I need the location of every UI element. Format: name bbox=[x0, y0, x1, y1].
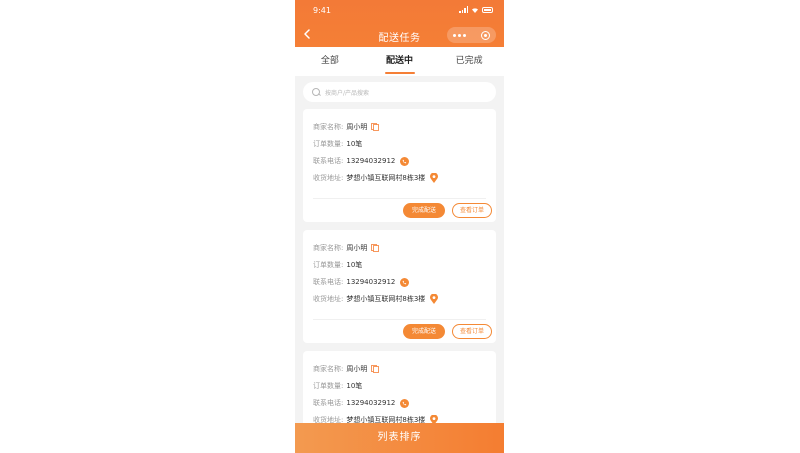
order-count-row: 订单数量: 10笔 bbox=[313, 260, 362, 270]
header-bar: 9:41 配送任务 bbox=[295, 0, 504, 47]
merchant-value: 周小明 bbox=[346, 365, 368, 373]
complete-delivery-button[interactable]: 完成配送 bbox=[403, 203, 445, 218]
phone-row: 联系电话: 13294032912 bbox=[313, 398, 410, 408]
phone-label: 联系电话: bbox=[313, 278, 344, 286]
status-icons bbox=[459, 6, 493, 13]
order-card: 商家名称: 周小明 订单数量: 10笔 联系电话: 13294032912 收货… bbox=[303, 109, 496, 222]
complete-delivery-button[interactable]: 完成配送 bbox=[403, 324, 445, 339]
merchant-label: 商家名称: bbox=[313, 365, 344, 373]
phone-row: 联系电话: 13294032912 bbox=[313, 156, 410, 166]
merchant-row: 商家名称: 周小明 bbox=[313, 122, 380, 132]
search-icon bbox=[312, 87, 321, 97]
merchant-row: 商家名称: 周小明 bbox=[313, 243, 380, 253]
tab-delivering[interactable]: 配送中 bbox=[365, 47, 435, 76]
mini-program-capsule bbox=[447, 27, 496, 43]
phone-row: 联系电话: 13294032912 bbox=[313, 277, 410, 287]
view-order-button[interactable]: 查看订单 bbox=[452, 324, 492, 339]
order-count-label: 订单数量: bbox=[313, 382, 344, 390]
copy-icon[interactable] bbox=[371, 244, 380, 252]
address-label: 收货地址: bbox=[313, 174, 344, 182]
view-order-button[interactable]: 查看订单 bbox=[452, 203, 492, 218]
phone-label: 联系电话: bbox=[313, 399, 344, 407]
signal-icon bbox=[459, 6, 468, 13]
address-row: 收货地址: 梦想小镇互联网村8栋3楼 bbox=[313, 294, 439, 304]
divider bbox=[313, 198, 486, 199]
wifi-icon bbox=[472, 7, 478, 13]
search-placeholder: 按商户/产品搜索 bbox=[325, 89, 370, 97]
copy-icon[interactable] bbox=[371, 123, 380, 131]
battery-icon bbox=[482, 6, 493, 13]
merchant-value: 周小明 bbox=[346, 123, 368, 131]
order-count-label: 订单数量: bbox=[313, 261, 344, 269]
phone-label: 联系电话: bbox=[313, 157, 344, 165]
phone-call-icon[interactable] bbox=[400, 277, 410, 287]
location-pin-icon[interactable] bbox=[430, 294, 439, 304]
order-count-row: 订单数量: 10笔 bbox=[313, 381, 362, 391]
order-count-value: 10笔 bbox=[346, 140, 363, 148]
merchant-value: 周小明 bbox=[346, 244, 368, 252]
phone-screen: 9:41 配送任务 全部 配送中 已完成 按商户/产品搜索 商家名称: 周小明 … bbox=[295, 0, 504, 453]
merchant-label: 商家名称: bbox=[313, 123, 344, 131]
merchant-row: 商家名称: 周小明 bbox=[313, 364, 380, 374]
phone-call-icon[interactable] bbox=[400, 398, 410, 408]
merchant-label: 商家名称: bbox=[313, 244, 344, 252]
phone-value: 13294032912 bbox=[346, 399, 396, 407]
location-pin-icon[interactable] bbox=[430, 173, 439, 183]
status-time: 9:41 bbox=[313, 6, 331, 15]
tab-completed[interactable]: 已完成 bbox=[434, 47, 504, 76]
search-input[interactable]: 按商户/产品搜索 bbox=[303, 82, 496, 102]
order-card: 商家名称: 周小明 订单数量: 10笔 联系电话: 13294032912 收货… bbox=[303, 230, 496, 343]
phone-value: 13294032912 bbox=[346, 278, 396, 286]
copy-icon[interactable] bbox=[371, 365, 380, 373]
order-count-value: 10笔 bbox=[346, 261, 363, 269]
close-circle-icon[interactable] bbox=[481, 30, 490, 40]
phone-call-icon[interactable] bbox=[400, 156, 410, 166]
tab-all[interactable]: 全部 bbox=[295, 47, 365, 76]
divider bbox=[313, 319, 486, 320]
sort-list-button[interactable]: 列表排序 bbox=[295, 423, 504, 453]
tab-bar: 全部 配送中 已完成 bbox=[295, 47, 504, 76]
address-value: 梦想小镇互联网村8栋3楼 bbox=[346, 174, 426, 182]
address-label: 收货地址: bbox=[313, 295, 344, 303]
order-count-row: 订单数量: 10笔 bbox=[313, 139, 362, 149]
order-count-value: 10笔 bbox=[346, 382, 363, 390]
phone-value: 13294032912 bbox=[346, 157, 396, 165]
address-row: 收货地址: 梦想小镇互联网村8栋3楼 bbox=[313, 173, 439, 183]
address-value: 梦想小镇互联网村8栋3楼 bbox=[346, 295, 426, 303]
order-count-label: 订单数量: bbox=[313, 140, 344, 148]
more-icon[interactable] bbox=[453, 33, 466, 37]
